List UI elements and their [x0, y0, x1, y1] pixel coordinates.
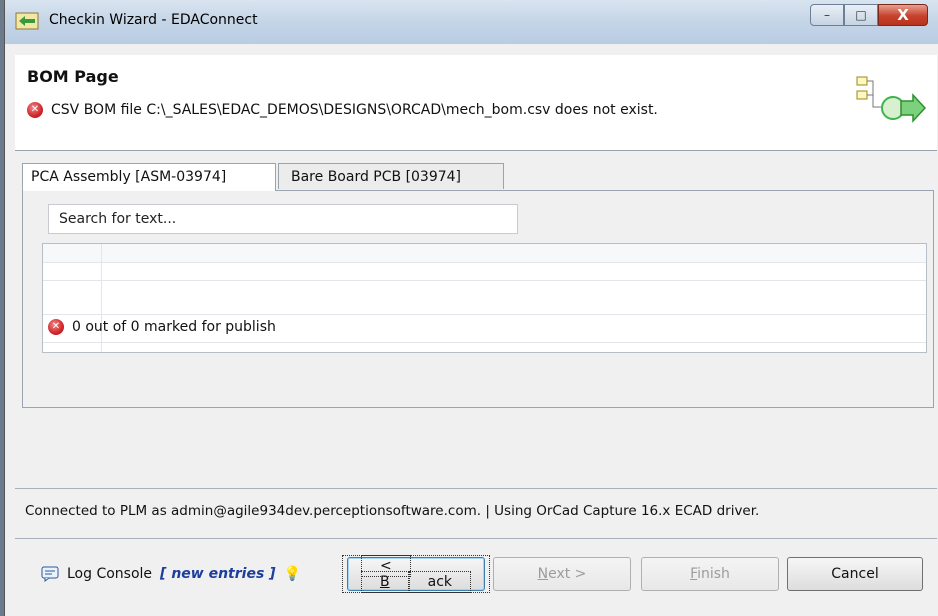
table-header — [43, 244, 926, 262]
cancel-button-label: Cancel — [831, 566, 879, 582]
edaconnect-app-icon — [15, 12, 39, 30]
log-console-link[interactable]: Log Console [ new entries ] 💡 — [41, 566, 301, 582]
wizard-header: BOM Page ✕ CSV BOM file C:\_SALES\EDAC_D… — [15, 55, 937, 151]
next-rest: ext > — [548, 566, 587, 582]
footer-divider — [15, 488, 937, 489]
table-column-divider — [101, 244, 102, 352]
back-mnemonic: B — [361, 571, 409, 593]
log-console-icon — [41, 566, 59, 582]
back-rest: ack — [408, 571, 471, 593]
next-button-label: Next > — [538, 566, 587, 582]
connection-status-text: Connected to PLM as admin@agile934dev.pe… — [25, 503, 760, 519]
publish-status-text: 0 out of 0 marked for publish — [72, 319, 276, 335]
header-error-message: ✕ CSV BOM file C:\_SALES\EDAC_DEMOS\DESI… — [27, 102, 658, 118]
new-entries-link[interactable]: [ new entries ] — [160, 566, 276, 582]
wizard-graphic-icon — [856, 76, 927, 123]
table-row-divider — [43, 262, 926, 263]
publish-status: ✕ 0 out of 0 marked for publish — [48, 319, 276, 335]
error-message-text: CSV BOM file C:\_SALES\EDAC_DEMOS\DESIGN… — [51, 102, 658, 118]
table-row-divider — [43, 280, 926, 281]
finish-button[interactable]: Finish — [641, 557, 779, 591]
table-row-divider — [43, 342, 926, 343]
title-bar[interactable]: Checkin Wizard - EDAConnect – □ X — [5, 0, 938, 44]
next-button[interactable]: Next > — [493, 557, 631, 591]
back-button-label: < Back — [342, 555, 490, 593]
tab-pca-assembly[interactable]: PCA Assembly [ASM-03974] — [22, 163, 276, 191]
checkin-wizard-window: Checkin Wizard - EDAConnect – □ X BOM Pa… — [4, 0, 938, 616]
table-row-divider — [43, 314, 926, 315]
minimize-button[interactable]: – — [810, 4, 844, 26]
close-button[interactable]: X — [878, 4, 928, 26]
tab-content-panel: Search for text... ✕ 0 out of 0 marked f… — [22, 190, 934, 408]
close-icon: X — [897, 6, 909, 24]
maximize-icon: □ — [855, 8, 867, 22]
back-button[interactable]: < Back — [342, 555, 490, 593]
error-icon: ✕ — [27, 102, 43, 118]
page-title: BOM Page — [27, 67, 119, 86]
finish-rest: inish — [697, 566, 730, 582]
next-mnemonic: N — [537, 566, 549, 582]
log-console-label: Log Console — [67, 566, 153, 582]
cancel-button[interactable]: Cancel — [787, 557, 923, 591]
error-icon: ✕ — [48, 319, 64, 335]
bom-tabs: PCA Assembly [ASM-03974] Bare Board PCB … — [22, 163, 934, 191]
bom-table[interactable] — [42, 243, 927, 353]
tab-bare-board-pcb[interactable]: Bare Board PCB [03974] — [278, 163, 504, 189]
window-title: Checkin Wizard - EDAConnect — [49, 12, 258, 28]
button-bar-divider — [15, 538, 937, 539]
maximize-button[interactable]: □ — [844, 4, 878, 26]
lightbulb-icon: 💡 — [283, 566, 301, 582]
finish-button-label: Finish — [690, 566, 730, 582]
search-input[interactable]: Search for text... — [48, 204, 518, 234]
minimize-icon: – — [824, 8, 830, 22]
